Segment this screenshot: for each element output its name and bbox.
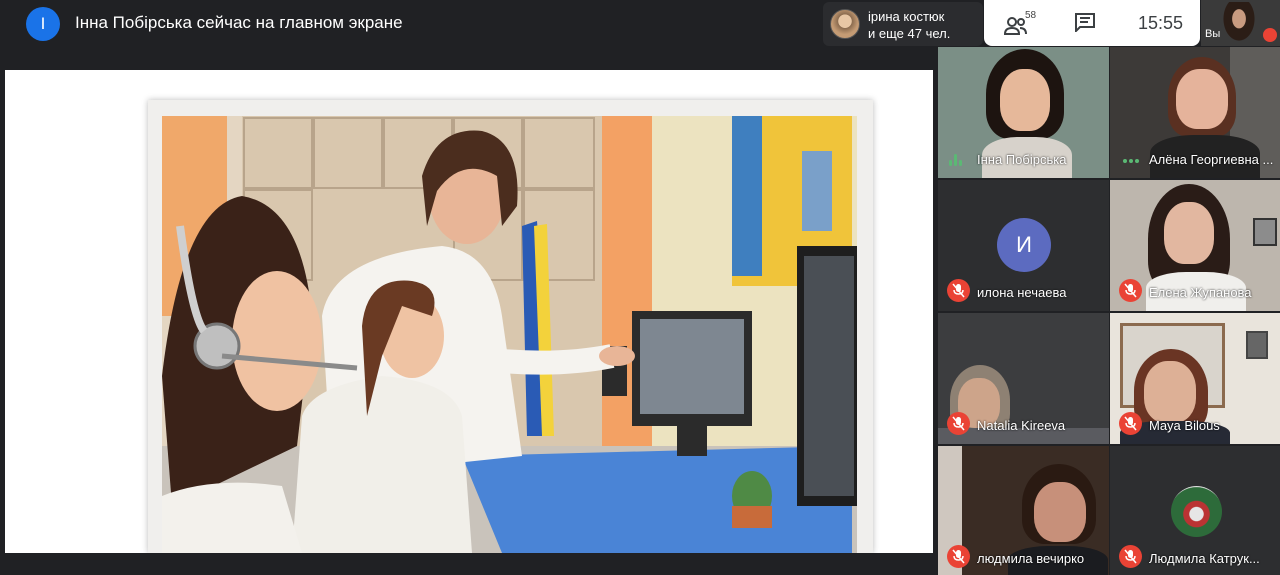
participant-name: Людмила Катрук... (1149, 551, 1260, 566)
viewer-name: ірина костюк (868, 9, 945, 24)
active-icon (1123, 159, 1141, 163)
chat-icon (1075, 13, 1095, 34)
avatar: И (997, 218, 1051, 272)
meet-window: І Інна Побірська сейчас на главном экран… (0, 0, 1280, 575)
viewers-chip[interactable]: ірина костюк и еще 47 чел. (823, 2, 983, 46)
mic-off-icon (1263, 28, 1277, 42)
presenter-banner: Інна Побірська сейчас на главном экране (75, 13, 403, 32)
people-button[interactable]: 58 (1004, 10, 1046, 38)
participant-tile[interactable]: И илона нечаева (938, 180, 1109, 311)
self-video (1221, 2, 1257, 44)
participant-tile[interactable]: Елена Жупанова (1110, 180, 1280, 311)
top-bar: І Інна Побірська сейчас на главном экран… (0, 0, 1280, 46)
bottom-strip (0, 553, 936, 575)
participant-name: Natalia Kireeva (977, 418, 1066, 433)
chat-button[interactable] (1074, 12, 1098, 34)
participant-name: Maya Bilous (1149, 418, 1220, 433)
participant-tile[interactable]: Алёна Георгиевна ... (1110, 47, 1280, 178)
presenter-avatar: І (26, 7, 60, 41)
participant-name: людмила вечирко (977, 551, 1085, 566)
self-tile[interactable]: Вы (1201, 0, 1280, 46)
presentation-stage (5, 70, 933, 553)
slide-photo (162, 116, 857, 553)
mic-off-icon (947, 545, 970, 568)
mic-off-icon (1119, 545, 1142, 568)
avatar (1171, 486, 1222, 537)
participant-tile[interactable]: Maya Bilous (1110, 313, 1280, 444)
viewer-count: и еще 47 чел. (868, 26, 951, 41)
clock: 15:55 (1138, 13, 1184, 33)
participant-name: Елена Жупанова (1149, 285, 1252, 300)
viewer-avatar (830, 9, 860, 39)
people-count: 58 (1025, 10, 1037, 21)
participant-tile[interactable]: людмила вечирко (938, 446, 1109, 575)
participant-tile[interactable]: Людмила Катрук... (1110, 446, 1280, 575)
participant-tile[interactable]: Інна Побірська (938, 47, 1109, 178)
slide-illustration (162, 116, 857, 553)
mic-off-icon (947, 412, 970, 435)
self-label: Вы (1205, 28, 1221, 40)
toolbar: 58 15:55 (984, 0, 1200, 46)
mic-off-icon (1119, 412, 1142, 435)
participant-name: Алёна Георгиевна ... (1149, 152, 1274, 167)
mic-off-icon (947, 279, 970, 302)
participant-name: илона нечаева (977, 285, 1067, 300)
participant-name: Інна Побірська (977, 152, 1067, 167)
slide-frame (148, 100, 873, 553)
mic-off-icon (1119, 279, 1142, 302)
participant-tile[interactable]: Natalia Kireeva (938, 313, 1109, 444)
speaking-icon (949, 154, 967, 166)
